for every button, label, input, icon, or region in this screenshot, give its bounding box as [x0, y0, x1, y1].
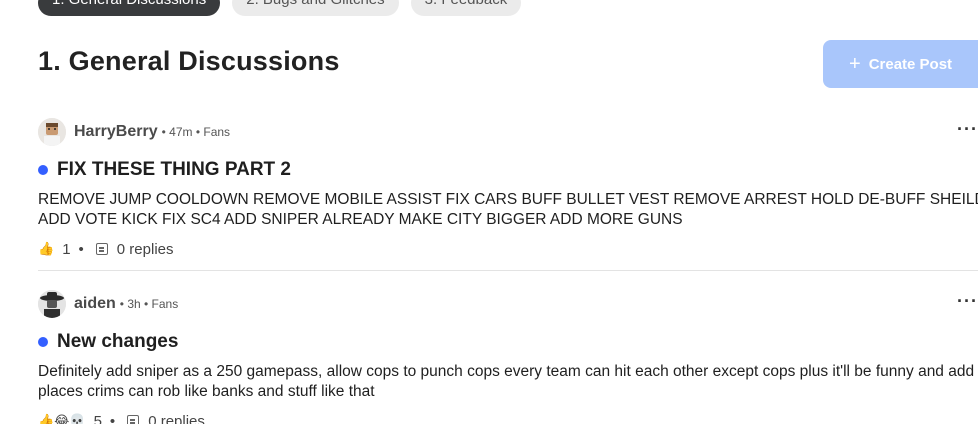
- post-meta-text: • 47m • Fans: [161, 125, 231, 139]
- post-author[interactable]: HarryBerry: [74, 123, 158, 141]
- post-card[interactable]: HarryBerry • 47m • Fans ··· FIX THESE TH…: [38, 118, 978, 260]
- reaction-emoji-icons[interactable]: 👍😂💀: [38, 413, 86, 424]
- reaction-count: 1: [62, 240, 71, 258]
- post-meta: HarryBerry • 47m • Fans: [38, 118, 978, 146]
- avatar[interactable]: [38, 290, 66, 318]
- post-stats: 👍😂💀 5 • 0 replies: [38, 410, 978, 424]
- post-author[interactable]: aiden: [74, 295, 116, 313]
- category-tabs: 1. General Discussions 2. Bugs and Glitc…: [38, 0, 522, 16]
- post-divider: [38, 270, 978, 271]
- post-meta: aiden • 3h • Fans: [38, 290, 978, 318]
- unread-dot-icon: [38, 165, 48, 175]
- post-title-text[interactable]: FIX THESE THING PART 2: [57, 159, 291, 181]
- page-title: 1. General Discussions: [38, 46, 340, 76]
- reply-count: 0 replies: [148, 412, 205, 424]
- avatar[interactable]: [38, 118, 66, 146]
- post-body: Definitely add sniper as a 250 gamepass,…: [38, 363, 975, 400]
- post-card[interactable]: aiden • 3h • Fans ··· New changes Defini…: [38, 290, 978, 424]
- post-stats: 👍 1 • 0 replies: [38, 238, 978, 260]
- reaction-emoji-icons[interactable]: 👍: [38, 241, 54, 257]
- separator: •: [109, 412, 116, 424]
- create-post-button[interactable]: + Create Post: [823, 40, 978, 88]
- reply-icon: [127, 415, 140, 424]
- plus-icon: +: [849, 53, 861, 75]
- tab-bugs-and-glitches[interactable]: 2. Bugs and Glitches: [232, 0, 399, 16]
- post-title: New changes: [38, 330, 978, 354]
- post-title: FIX THESE THING PART 2: [38, 158, 978, 182]
- reply-icon: [95, 243, 108, 255]
- post-title-text[interactable]: New changes: [57, 331, 178, 353]
- unread-dot-icon: [38, 337, 48, 347]
- separator: •: [78, 240, 84, 258]
- more-options-icon[interactable]: ···: [957, 292, 978, 310]
- tab-feedback[interactable]: 3. Feedback: [410, 0, 522, 16]
- tab-general-discussions[interactable]: 1. General Discussions: [38, 0, 221, 16]
- post-body: REMOVE JUMP COOLDOWN REMOVE MOBILE ASSIS…: [38, 191, 978, 228]
- reaction-count: 5: [93, 412, 102, 424]
- reply-count: 0 replies: [116, 240, 174, 258]
- more-options-icon[interactable]: ···: [957, 120, 978, 138]
- create-post-label: Create Post: [868, 55, 953, 73]
- post-meta-text: • 3h • Fans: [119, 297, 179, 311]
